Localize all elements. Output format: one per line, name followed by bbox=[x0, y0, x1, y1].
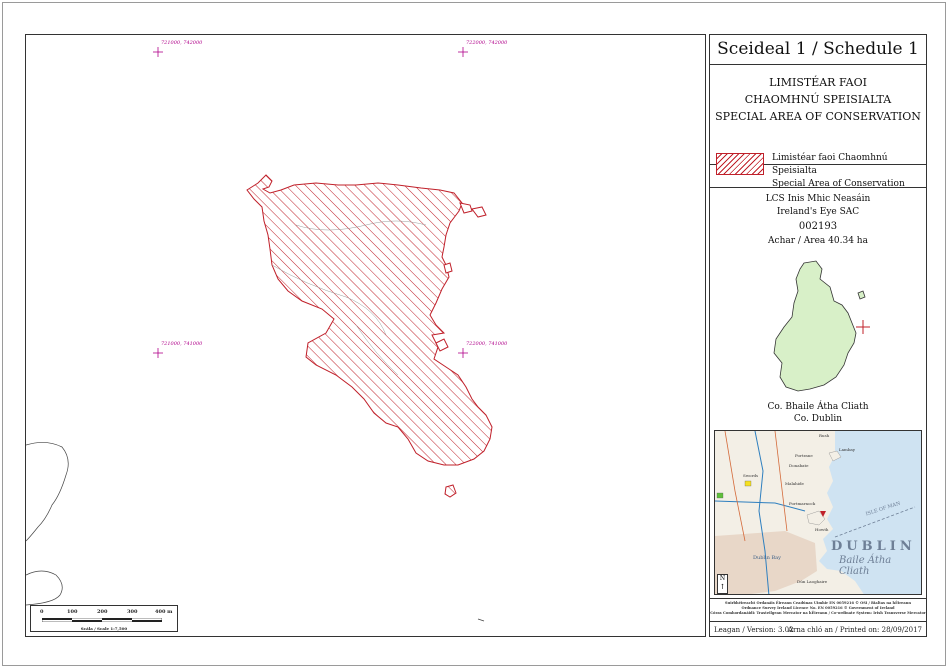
rock-1 bbox=[444, 484, 457, 498]
scale-tick-300: 300 bbox=[127, 609, 138, 615]
site-name-english: Ireland's Eye SAC bbox=[776, 207, 860, 217]
grid-label-nw: 721000, 742000 bbox=[161, 40, 203, 46]
schedule-title: Sceideal 1 / Schedule 1 bbox=[710, 35, 926, 65]
designation-line-1: LIMISTÉAR FAOI bbox=[769, 76, 867, 89]
copyright-line-3: Córas Comhordanáidí: Trasteilgean Mercat… bbox=[710, 611, 926, 615]
inset-place-lambay: Lambay bbox=[839, 447, 856, 452]
inset-place-malahide: Malahide bbox=[785, 481, 804, 486]
location-cross bbox=[856, 320, 870, 334]
rock-2 bbox=[459, 202, 473, 214]
inset-place-portrane: Portrane bbox=[795, 453, 813, 458]
inset-place-portmarnock: Portmarnock bbox=[789, 501, 816, 506]
main-map[interactable]: 721000, 742000 722000, 742000 721000, 74… bbox=[25, 34, 706, 637]
printed-date: Arna chló an / Printed on: 28/09/2017 bbox=[787, 626, 922, 634]
inset-place-howth: Howth bbox=[815, 527, 829, 532]
site-name-irish: LCS Inis Mhic Neasáin bbox=[765, 194, 871, 204]
scale-bar-graphic bbox=[42, 618, 162, 622]
county-irish: Co. Bhaile Átha Cliath bbox=[767, 402, 869, 412]
rock-3 bbox=[471, 206, 487, 218]
site-info: LCS Inis Mhic Neasáin Ireland's Eye SAC … bbox=[710, 193, 926, 248]
sac-boundary bbox=[246, 174, 493, 466]
copyright-block: Suirbhéireacht Ordanáis Éireann Ceadúnas… bbox=[710, 598, 926, 622]
scale-tick-400: 400 m bbox=[155, 609, 173, 615]
designation-line-3: SPECIAL AREA OF CONSERVATION bbox=[715, 110, 921, 123]
county-label: Co. Bhaile Átha Cliath Co. Dublin bbox=[710, 401, 926, 425]
mainland-coast bbox=[26, 442, 485, 622]
inset-dublin-label: DUBLIN bbox=[831, 539, 916, 554]
grid-label-ne: 722000, 742000 bbox=[466, 40, 508, 46]
grid-label-se: 722000, 741000 bbox=[466, 341, 508, 347]
map-canvas bbox=[26, 47, 493, 622]
designation-line-2: CHAOMHNÚ SPEISIALTA bbox=[744, 93, 892, 106]
site-code: 002193 bbox=[798, 221, 838, 232]
grid-label-sw: 721000, 741000 bbox=[161, 341, 203, 347]
legend-label-english: Special Area of Conservation bbox=[772, 179, 905, 189]
site-area: Achar / Area 40.34 ha bbox=[768, 236, 868, 246]
north-arrow-icon: N ↑ bbox=[717, 574, 728, 594]
inset-dublin-bay-label: Dublin Bay bbox=[753, 555, 781, 561]
scale-tick-200: 200 bbox=[97, 609, 108, 615]
inset-place-rush: Rush bbox=[819, 433, 830, 438]
county-english: Co. Dublin bbox=[793, 414, 843, 424]
scale-caption: Scála / Scale 1:7,500 bbox=[80, 626, 128, 631]
scale-bar: 0 100 200 300 400 m Scála / Scale 1:7,50… bbox=[30, 605, 178, 632]
north-label: N bbox=[719, 575, 726, 582]
footer: Leagan / Version: 3.02 Arna chló an / Pr… bbox=[710, 623, 926, 637]
rock-5 bbox=[435, 338, 449, 352]
inset-map[interactable]: Rush Lambay Portrane Donabate Malahide S… bbox=[714, 430, 922, 595]
version-label: Leagan / Version: 3.02 bbox=[714, 626, 794, 634]
inset-place-dun-laoghaire: Dún Laoghaire bbox=[797, 579, 828, 584]
legend-hatch-swatch bbox=[716, 153, 764, 175]
county-locator-map bbox=[773, 260, 870, 392]
scale-tick-100: 100 bbox=[67, 609, 78, 615]
legend: Limistéar faoi Chaomhnú Speisialta Speci… bbox=[710, 143, 926, 191]
inset-place-swords: Swords bbox=[743, 473, 759, 478]
inset-baile-label: Baile Átha Cliath bbox=[839, 555, 892, 577]
legend-label-irish: Limistéar faoi Chaomhnú Speisialta bbox=[772, 153, 888, 176]
rock-4 bbox=[443, 262, 453, 274]
legend-label: Limistéar faoi Chaomhnú Speisialta Speci… bbox=[772, 152, 926, 191]
info-panel: Sceideal 1 / Schedule 1 LIMISTÉAR FAOI C… bbox=[709, 34, 927, 637]
inset-place-donabate: Donabate bbox=[789, 463, 809, 468]
scale-tick-0: 0 bbox=[40, 609, 44, 615]
